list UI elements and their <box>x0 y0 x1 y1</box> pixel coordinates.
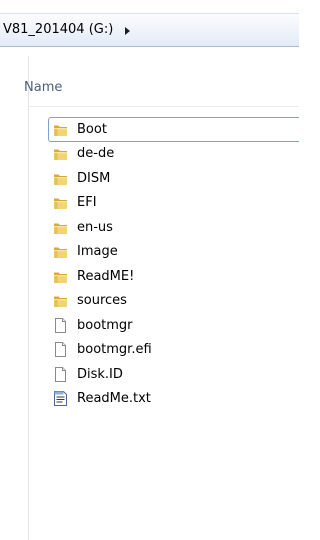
file-name: Disk.ID <box>77 366 123 382</box>
file-name: ReadME! <box>77 268 135 284</box>
file-name: EFI <box>77 195 97 211</box>
file-name: Boot <box>77 121 107 137</box>
file-name: en-us <box>77 219 113 235</box>
file-row-bootmgr-efi[interactable]: bootmgr.efi <box>50 338 299 363</box>
file-name: bootmgr.efi <box>77 342 152 358</box>
column-header-divider <box>29 106 299 107</box>
text-file-icon <box>54 391 67 407</box>
file-icon <box>55 342 66 358</box>
file-row-efi[interactable]: EFI <box>50 191 299 216</box>
folder-icon <box>54 247 67 259</box>
explorer-window: V81_201404 (G:) Name Boot de-de DISM EFI… <box>0 0 299 540</box>
folder-icon <box>54 149 67 161</box>
folder-icon <box>54 125 67 136</box>
folder-icon <box>54 296 67 308</box>
file-row-readme-folder[interactable]: ReadME! <box>50 264 299 289</box>
file-row-sources[interactable]: sources <box>50 289 299 314</box>
file-name: sources <box>77 293 127 309</box>
file-name: bootmgr <box>77 317 133 333</box>
file-row-dism[interactable]: DISM <box>50 166 299 191</box>
folder-icon <box>54 198 67 210</box>
address-path[interactable]: V81_201404 (G:) <box>3 22 113 37</box>
folder-icon <box>54 174 67 185</box>
file-name: DISM <box>77 170 111 186</box>
file-row-bootmgr[interactable]: bootmgr <box>50 313 299 338</box>
file-icon <box>55 317 66 333</box>
file-name: de-de <box>77 146 115 162</box>
file-row-en-us[interactable]: en-us <box>50 215 299 240</box>
address-bar[interactable]: V81_201404 (G:) <box>0 13 299 47</box>
file-row-de-de[interactable]: de-de <box>50 142 299 167</box>
file-row-image[interactable]: Image <box>50 240 299 265</box>
file-icon <box>55 366 66 382</box>
file-name: Image <box>77 244 118 260</box>
breadcrumb-arrow-icon[interactable] <box>125 27 130 35</box>
file-row-readme-txt[interactable]: ReadMe.txt <box>50 387 299 412</box>
file-name: ReadMe.txt <box>77 391 151 407</box>
file-list: Boot de-de DISM EFI en-us Image ReadME! <box>48 117 299 412</box>
folder-icon <box>54 223 67 234</box>
column-header-name[interactable]: Name <box>24 80 62 95</box>
file-row-boot[interactable]: Boot <box>48 117 299 142</box>
folder-icon <box>54 272 67 283</box>
file-row-disk-id[interactable]: Disk.ID <box>50 362 299 387</box>
